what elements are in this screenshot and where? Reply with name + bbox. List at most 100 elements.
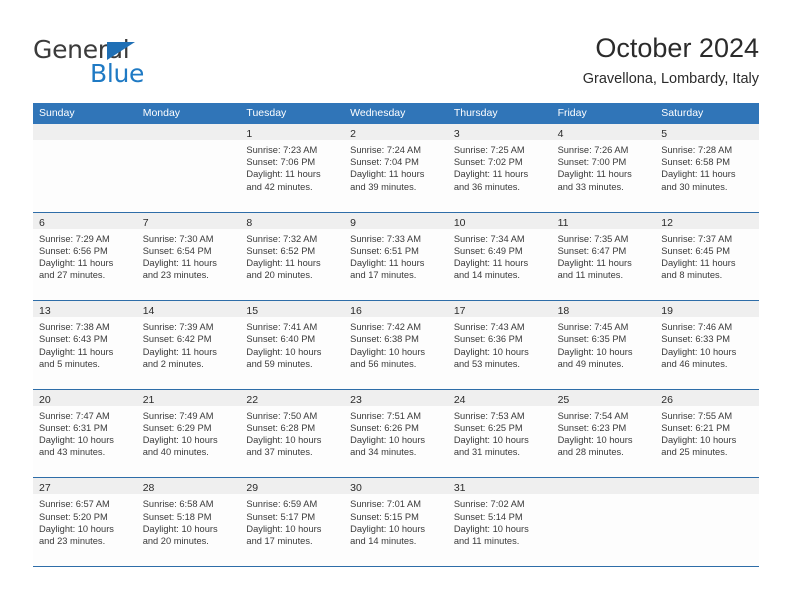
calendar-page: General Blue October 2024 Gravellona, Lo… (0, 0, 792, 612)
sunrise-time: Sunrise: 7:23 AM (246, 145, 318, 155)
day-number-band: 28 (136, 478, 241, 495)
day-number: 8 (246, 216, 253, 229)
calendar-day-cell[interactable]: 15 Sunrise: 7:41 AM Sunset: 6:40 PM Dayligh… (240, 301, 345, 389)
day-number: 15 (246, 305, 259, 318)
calendar-day-cell[interactable]: 22 Sunrise: 7:50 AM Sunset: 6:28 PM Dayligh… (240, 389, 345, 478)
daylight-duration-line-1: Daylight: 10 hours (350, 435, 426, 446)
day-details: Sunrise: 7:38 AM Sunset: 6:43 PM Daylight:… (33, 317, 137, 370)
daylight-duration-line-1: Daylight: 11 hours (453, 258, 529, 268)
daylight-duration-line-2: and 14 minutes. (350, 535, 417, 546)
day-number-band: 17 (447, 301, 552, 318)
calendar-day-cell[interactable]: 8 Sunrise: 7:32 AM Sunset: 6:52 PM Daylight… (240, 212, 345, 301)
day-details (137, 140, 241, 144)
calendar-day-cell[interactable]: 9 Sunrise: 7:33 AM Sunset: 6:51 PM Daylight… (344, 212, 448, 301)
calendar-day-cell[interactable]: 6 Sunrise: 7:29 AM Sunset: 6:56 PM Daylight… (33, 212, 137, 301)
day-details: Sunrise: 6:57 AM Sunset: 5:20 PM Daylight:… (33, 494, 137, 547)
calendar-day-cell[interactable]: 4 Sunrise: 7:26 AM Sunset: 7:00 PM Daylight… (551, 124, 656, 212)
sunrise-time: Sunrise: 7:25 AM (453, 145, 525, 155)
calendar-day-cell-empty (33, 124, 137, 212)
calendar-day-cell[interactable]: 5 Sunrise: 7:28 AM Sunset: 6:58 PM Daylight… (655, 124, 759, 212)
day-number: 5 (661, 128, 668, 140)
calendar-day-cell[interactable]: 11 Sunrise: 7:35 AM Sunset: 6:47 PM Dayligh… (551, 212, 656, 301)
sunset-time: Sunset: 5:14 PM (453, 511, 523, 522)
calendar-day-cell[interactable]: 17 Sunrise: 7:43 AM Sunset: 6:36 PM Dayligh… (447, 301, 552, 389)
day-details: Sunrise: 7:01 AM Sunset: 5:15 PM Daylight:… (344, 494, 448, 547)
day-details: Sunrise: 7:49 AM Sunset: 6:29 PM Daylight:… (137, 406, 241, 459)
sunrise-time: Sunrise: 7:42 AM (350, 322, 421, 333)
day-number-band: 9 (344, 212, 448, 229)
day-details: Sunrise: 7:54 AM Sunset: 6:23 PM Daylight:… (552, 406, 656, 459)
day-details: Sunrise: 7:33 AM Sunset: 6:51 PM Daylight:… (344, 229, 448, 282)
calendar-day-cell[interactable]: 24 Sunrise: 7:53 AM Sunset: 6:25 PM Dayligh… (447, 389, 552, 478)
day-number: 9 (350, 216, 356, 229)
calendar-day-cell[interactable]: 1 Sunrise: 7:23 AM Sunset: 7:06 PM Daylight… (240, 124, 345, 212)
sunset-time: Sunset: 5:18 PM (142, 511, 212, 522)
calendar-day-cell[interactable]: 16 Sunrise: 7:42 AM Sunset: 6:38 PM Dayligh… (344, 301, 448, 389)
day-details: Sunrise: 7:37 AM Sunset: 6:45 PM Daylight:… (655, 229, 759, 282)
daylight-duration-line-1: Daylight: 10 hours (453, 523, 529, 534)
calendar-day-cell[interactable]: 19 Sunrise: 7:46 AM Sunset: 6:33 PM Dayligh… (655, 301, 759, 389)
day-number: 1 (246, 128, 253, 140)
day-number: 16 (350, 305, 362, 318)
day-number: 19 (661, 305, 673, 318)
calendar-day-cell[interactable]: 23 Sunrise: 7:51 AM Sunset: 6:26 PM Dayligh… (344, 389, 448, 478)
calendar-day-cell[interactable]: 31 Sunrise: 7:02 AM Sunset: 5:14 PM Dayligh… (447, 478, 552, 566)
daylight-duration-line-2: and 36 minutes. (453, 181, 520, 192)
calendar-day-cell[interactable]: 26 Sunrise: 7:55 AM Sunset: 6:21 PM Dayligh… (655, 389, 759, 478)
calendar-day-cell[interactable]: 29 Sunrise: 6:59 AM Sunset: 5:17 PM Dayligh… (240, 478, 345, 566)
sunrise-time: Sunrise: 7:02 AM (453, 499, 525, 510)
day-number: 24 (453, 393, 466, 406)
sunset-time: Sunset: 6:45 PM (661, 245, 731, 256)
calendar-day-cell[interactable]: 18 Sunrise: 7:45 AM Sunset: 6:35 PM Dayligh… (551, 301, 656, 389)
calendar-day-cell[interactable]: 3 Sunrise: 7:25 AM Sunset: 7:02 PM Daylight… (447, 124, 552, 212)
calendar-day-cell[interactable]: 13 Sunrise: 7:38 AM Sunset: 6:43 PM Dayligh… (33, 301, 137, 389)
calendar-grid: Sunday Monday Tuesday Wednesday Thursday Frid… (33, 103, 759, 567)
day-details: Sunrise: 7:42 AM Sunset: 6:38 PM Daylight:… (344, 317, 448, 370)
sunrise-time: Sunrise: 7:53 AM (453, 410, 525, 421)
calendar-day-cell[interactable]: 2 Sunrise: 7:24 AM Sunset: 7:04 PM Daylight… (344, 124, 448, 212)
sunset-time: Sunset: 6:35 PM (557, 334, 627, 345)
day-number: 10 (453, 216, 466, 229)
daylight-duration-line-2: and 30 minutes. (661, 181, 728, 192)
day-number: 30 (350, 482, 362, 495)
brand-name-blue: Blue (90, 59, 145, 88)
weekday-header-saturday: Saturday (661, 107, 704, 119)
daylight-duration-line-1: Daylight: 11 hours (453, 169, 529, 180)
day-details: Sunrise: 7:25 AM Sunset: 7:02 PM Daylight:… (448, 140, 552, 193)
daylight-duration-line-2: and 46 minutes. (661, 358, 728, 369)
calendar-day-cell[interactable]: 12 Sunrise: 7:37 AM Sunset: 6:45 PM Dayligh… (655, 212, 759, 301)
day-number-band (33, 124, 137, 140)
day-number: 14 (142, 305, 155, 318)
day-details: Sunrise: 7:39 AM Sunset: 6:42 PM Daylight:… (137, 317, 241, 370)
day-details: Sunrise: 7:24 AM Sunset: 7:04 PM Daylight:… (344, 140, 448, 193)
day-number-band: 15 (240, 301, 345, 318)
sunrise-time: Sunrise: 7:49 AM (142, 410, 214, 421)
day-details: Sunrise: 7:51 AM Sunset: 6:26 PM Daylight:… (344, 406, 448, 459)
sunset-time: Sunset: 6:58 PM (661, 157, 731, 168)
daylight-duration-line-1: Daylight: 10 hours (350, 346, 426, 357)
sunset-time: Sunset: 6:36 PM (453, 334, 523, 345)
day-number-band: 2 (344, 124, 448, 140)
day-number-band: 27 (33, 478, 137, 495)
day-number: 26 (661, 393, 673, 406)
calendar-day-cell[interactable]: 30 Sunrise: 7:01 AM Sunset: 5:15 PM Dayligh… (344, 478, 448, 566)
calendar-day-cell[interactable]: 10 Sunrise: 7:34 AM Sunset: 6:49 PM Dayligh… (447, 212, 552, 301)
daylight-duration-line-1: Daylight: 10 hours (557, 346, 633, 357)
sunrise-time: Sunrise: 7:55 AM (661, 410, 733, 421)
sunset-time: Sunset: 6:40 PM (246, 334, 316, 345)
calendar-day-cell[interactable]: 20 Sunrise: 7:47 AM Sunset: 6:31 PM Dayligh… (33, 389, 137, 478)
calendar-day-cell[interactable]: 25 Sunrise: 7:54 AM Sunset: 6:23 PM Dayligh… (551, 389, 656, 478)
day-details (33, 140, 137, 144)
sunset-time: Sunset: 6:52 PM (246, 245, 316, 256)
calendar-day-cell[interactable]: 21 Sunrise: 7:49 AM Sunset: 6:29 PM Dayligh… (136, 389, 241, 478)
day-number-band: 23 (344, 389, 448, 406)
general-blue-logo[interactable]: General Blue (33, 36, 233, 88)
day-number-band: 30 (344, 478, 448, 495)
calendar-day-cell[interactable]: 7 Sunrise: 7:30 AM Sunset: 6:54 PM Daylight… (136, 212, 241, 301)
sunset-time: Sunset: 6:49 PM (453, 245, 523, 256)
weekday-header-sunday: Sunday (39, 107, 75, 119)
calendar-day-cell[interactable]: 14 Sunrise: 7:39 AM Sunset: 6:42 PM Dayligh… (136, 301, 241, 389)
calendar-day-cell[interactable]: 27 Sunrise: 6:57 AM Sunset: 5:20 PM Dayligh… (33, 478, 137, 566)
day-details: Sunrise: 6:59 AM Sunset: 5:17 PM Daylight:… (240, 494, 344, 547)
calendar-day-cell[interactable]: 28 Sunrise: 6:58 AM Sunset: 5:18 PM Dayligh… (136, 478, 241, 566)
